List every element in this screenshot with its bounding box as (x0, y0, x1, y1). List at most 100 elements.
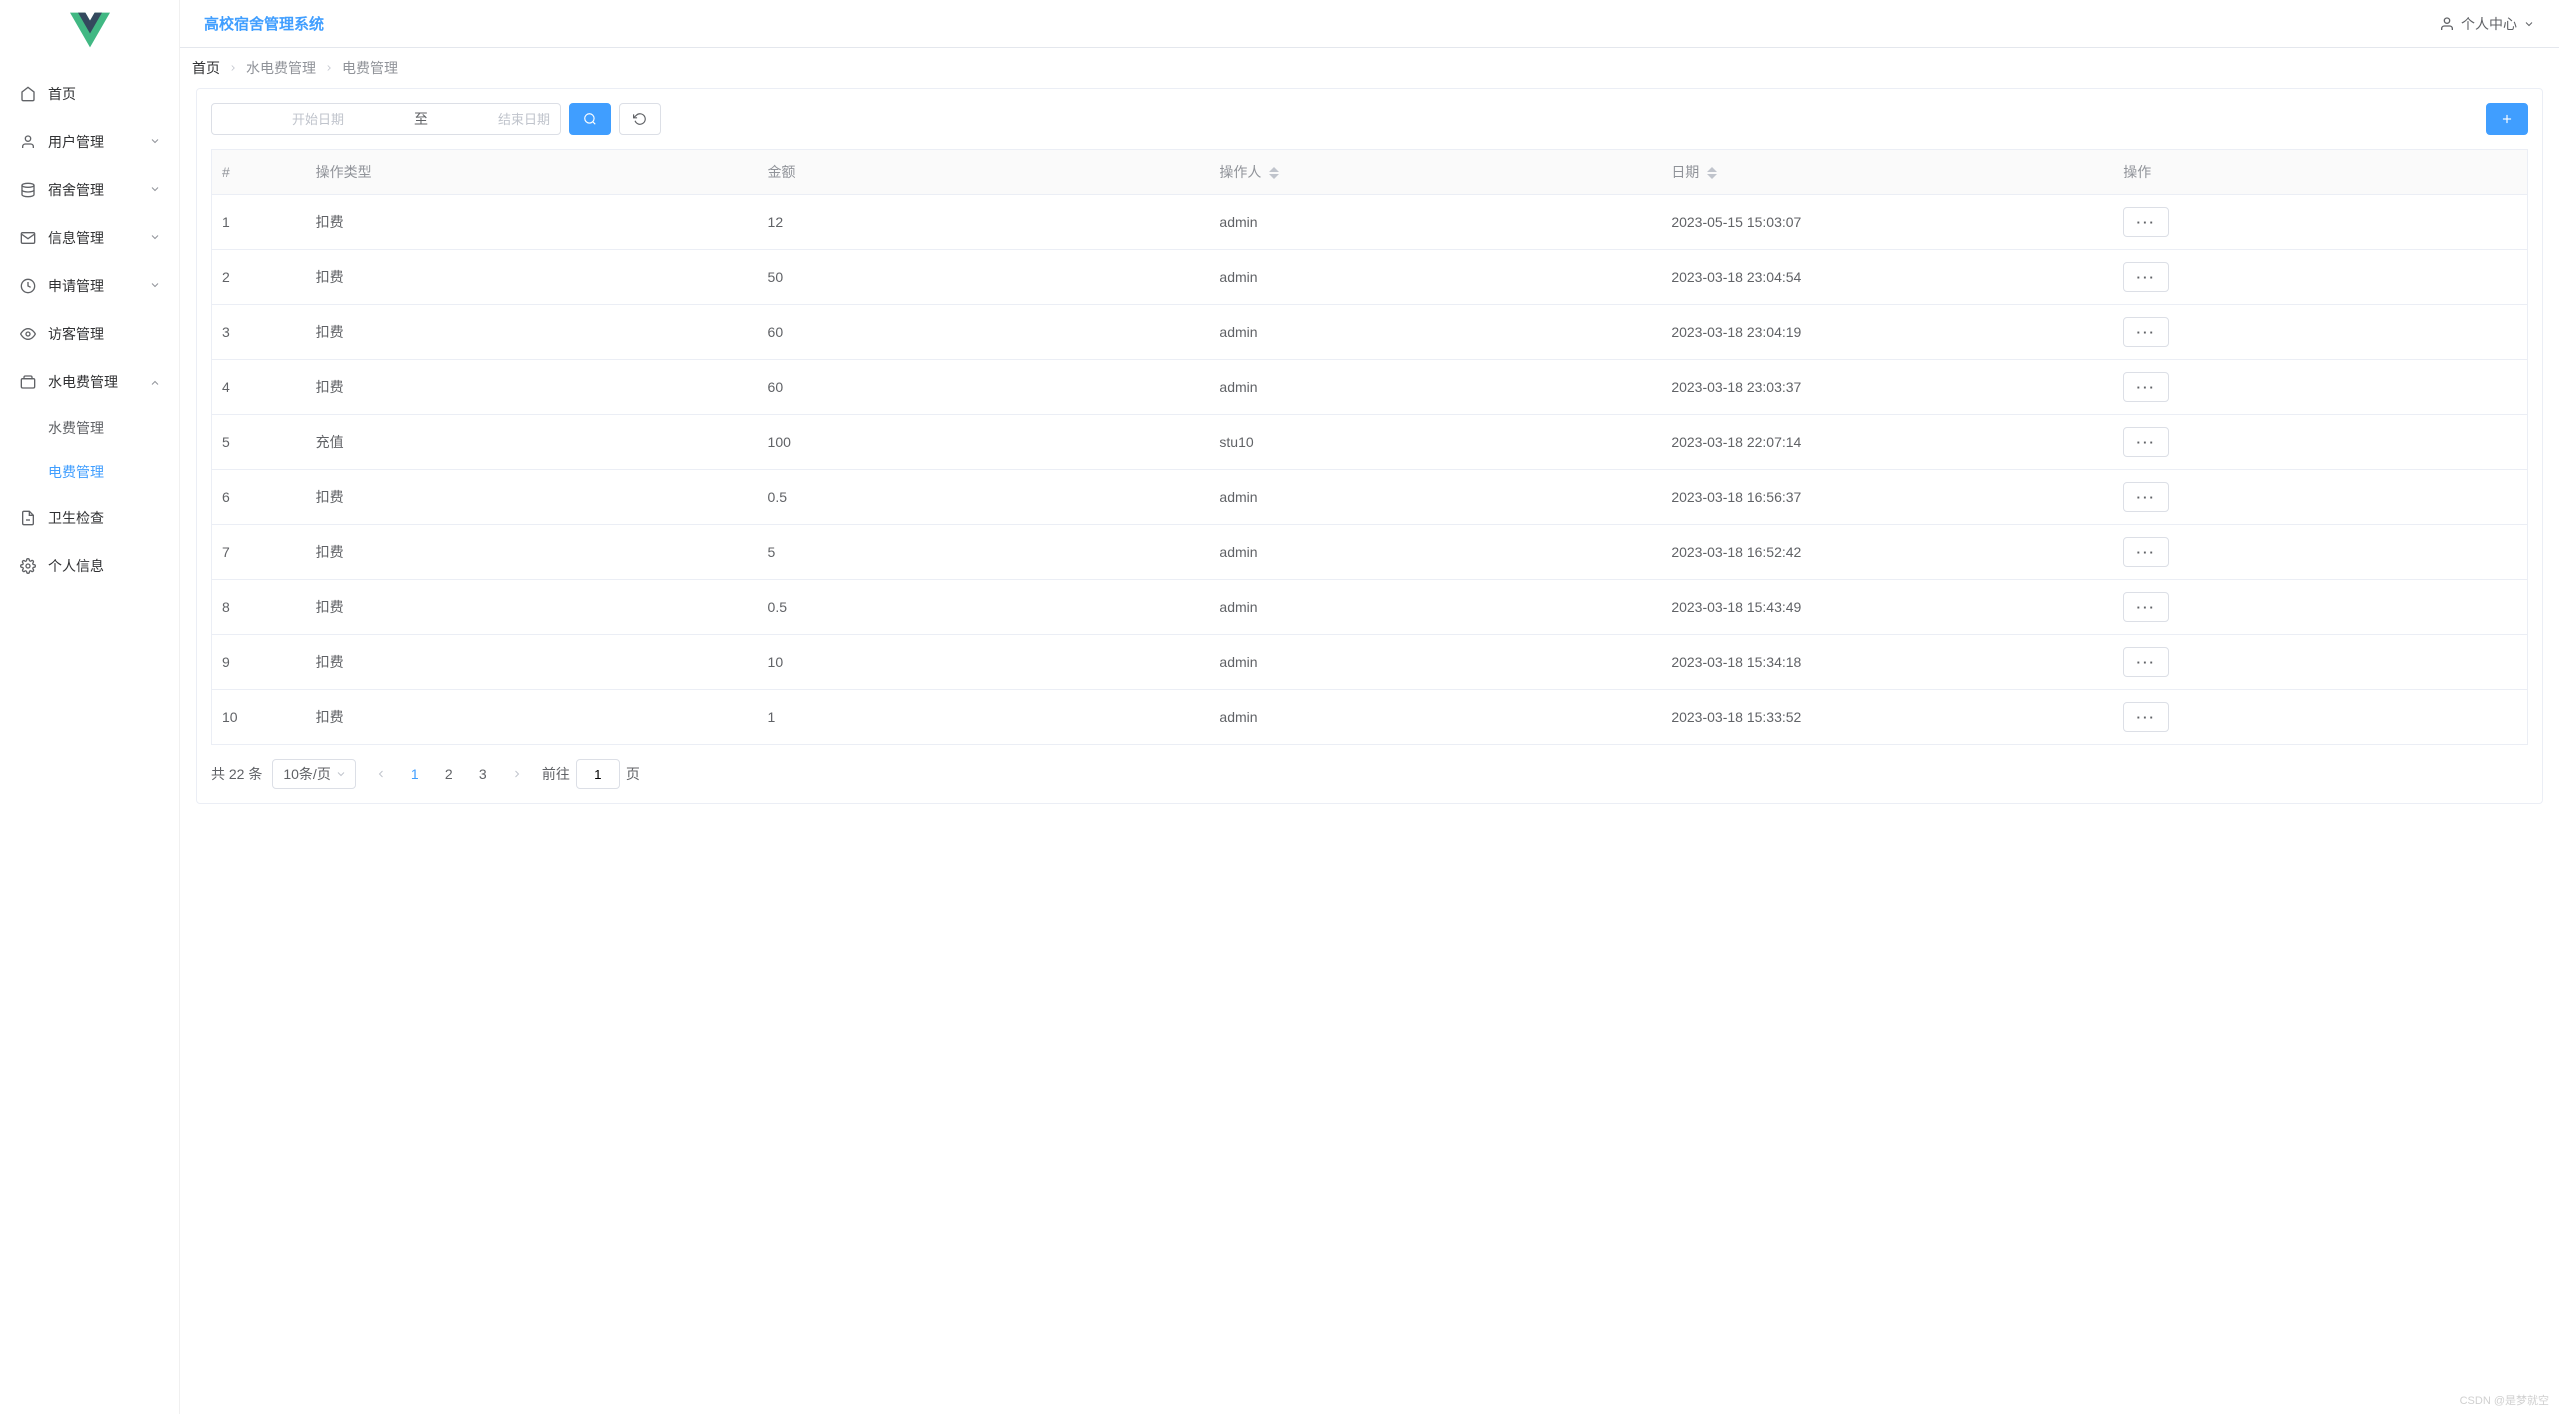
breadcrumb-item[interactable]: 首页 (192, 58, 220, 78)
cell-action: ··· (2113, 580, 2527, 635)
row-actions-button[interactable]: ··· (2123, 427, 2169, 457)
breadcrumb: 首页 水电费管理 电费管理 (180, 48, 2559, 88)
cell-type: 扣费 (306, 470, 758, 525)
table-row: 1 扣费 12 admin 2023-05-15 15:03:07 ··· (212, 195, 2528, 250)
breadcrumb-item: 电费管理 (342, 58, 398, 78)
menu-item[interactable]: 申请管理 (0, 262, 179, 310)
table-row: 7 扣费 5 admin 2023-03-18 16:52:42 ··· (212, 525, 2528, 580)
menu-item[interactable]: 个人信息 (0, 542, 179, 590)
chevron-down-icon (335, 768, 347, 780)
cell-amount: 5 (758, 525, 1210, 580)
more-icon: ··· (2137, 325, 2156, 340)
wallet-icon (18, 372, 38, 392)
chevron-right-icon (511, 768, 523, 780)
cell-date: 2023-05-15 15:03:07 (1661, 195, 2113, 250)
menu-item[interactable]: 访客管理 (0, 310, 179, 358)
row-actions-button[interactable]: ··· (2123, 592, 2169, 622)
page-size-select[interactable]: 10条/页 (272, 759, 355, 789)
cell-operator: admin (1209, 635, 1661, 690)
more-icon: ··· (2137, 380, 2156, 395)
page-number-button[interactable]: 3 (468, 759, 498, 789)
row-actions-button[interactable]: ··· (2123, 262, 2169, 292)
cell-index: 6 (212, 470, 306, 525)
more-icon: ··· (2137, 215, 2156, 230)
cell-operator: admin (1209, 470, 1661, 525)
vue-logo-icon (70, 10, 110, 50)
submenu-item[interactable]: 水费管理 (0, 406, 179, 450)
row-actions-button[interactable]: ··· (2123, 647, 2169, 677)
table-row: 2 扣费 50 admin 2023-03-18 23:04:54 ··· (212, 250, 2528, 305)
goto-page: 前往 页 (542, 759, 640, 789)
prev-page-button[interactable] (366, 759, 396, 789)
app-title: 高校宿舍管理系统 (204, 13, 324, 34)
reset-button[interactable] (619, 103, 661, 135)
submenu-item[interactable]: 电费管理 (0, 450, 179, 494)
plus-icon (2500, 112, 2514, 126)
cell-amount: 100 (758, 415, 1210, 470)
menu-label: 宿舍管理 (48, 180, 149, 200)
cell-index: 3 (212, 305, 306, 360)
total-count: 共 22 条 (211, 764, 262, 784)
table-row: 3 扣费 60 admin 2023-03-18 23:04:19 ··· (212, 305, 2528, 360)
cell-amount: 1 (758, 690, 1210, 745)
row-actions-button[interactable]: ··· (2123, 702, 2169, 732)
menu-item[interactable]: 用户管理 (0, 118, 179, 166)
cell-action: ··· (2113, 305, 2527, 360)
page-number-button[interactable]: 1 (400, 759, 430, 789)
menu-item[interactable]: 宿舍管理 (0, 166, 179, 214)
more-icon: ··· (2137, 435, 2156, 450)
sort-icon (1707, 167, 1717, 179)
col-operator[interactable]: 操作人 (1209, 150, 1661, 195)
cell-index: 4 (212, 360, 306, 415)
cell-type: 扣费 (306, 195, 758, 250)
cell-amount: 10 (758, 635, 1210, 690)
row-actions-button[interactable]: ··· (2123, 372, 2169, 402)
row-actions-button[interactable]: ··· (2123, 537, 2169, 567)
watermark: CSDN @是梦就空 (2460, 1392, 2549, 1408)
row-actions-button[interactable]: ··· (2123, 482, 2169, 512)
breadcrumb-separator (324, 60, 334, 76)
header: 高校宿舍管理系统 个人中心 (180, 0, 2559, 48)
menu-item[interactable]: 首页 (0, 70, 179, 118)
row-actions-button[interactable]: ··· (2123, 317, 2169, 347)
table-row: 8 扣费 0.5 admin 2023-03-18 15:43:49 ··· (212, 580, 2528, 635)
menu-item[interactable]: 卫生检查 (0, 494, 179, 542)
chevron-down-icon (149, 278, 161, 294)
add-button[interactable] (2486, 103, 2528, 135)
cell-operator: admin (1209, 525, 1661, 580)
page-number-button[interactable]: 2 (434, 759, 464, 789)
goto-input[interactable] (576, 759, 620, 789)
cell-action: ··· (2113, 250, 2527, 305)
row-actions-button[interactable]: ··· (2123, 207, 2169, 237)
cell-amount: 60 (758, 305, 1210, 360)
chevron-down-icon (2523, 18, 2535, 30)
menu-item[interactable]: 信息管理 (0, 214, 179, 262)
user-icon (2439, 16, 2455, 32)
col-date[interactable]: 日期 (1661, 150, 2113, 195)
search-button[interactable] (569, 103, 611, 135)
cell-date: 2023-03-18 15:33:52 (1661, 690, 2113, 745)
user-center-dropdown[interactable]: 个人中心 (2439, 14, 2535, 34)
chevron-down-icon (149, 182, 161, 198)
cell-index: 1 (212, 195, 306, 250)
next-page-button[interactable] (502, 759, 532, 789)
cell-date: 2023-03-18 15:34:18 (1661, 635, 2113, 690)
date-range-picker[interactable]: 至 (211, 103, 561, 135)
table-row: 6 扣费 0.5 admin 2023-03-18 16:56:37 ··· (212, 470, 2528, 525)
cell-action: ··· (2113, 195, 2527, 250)
dorm-icon (18, 180, 38, 200)
cell-type: 扣费 (306, 525, 758, 580)
chevron-left-icon (375, 768, 387, 780)
cell-index: 2 (212, 250, 306, 305)
menu-label: 信息管理 (48, 228, 149, 248)
cell-operator: admin (1209, 305, 1661, 360)
start-date-input[interactable] (230, 112, 406, 127)
date-range-to: 至 (414, 109, 428, 129)
menu-item[interactable]: 水电费管理 (0, 358, 179, 406)
table-row: 5 充值 100 stu10 2023-03-18 22:07:14 ··· (212, 415, 2528, 470)
table-row: 10 扣费 1 admin 2023-03-18 15:33:52 ··· (212, 690, 2528, 745)
search-icon (583, 112, 597, 126)
col-action: 操作 (2113, 150, 2527, 195)
breadcrumb-separator (228, 60, 238, 76)
breadcrumb-item: 水电费管理 (246, 58, 316, 78)
